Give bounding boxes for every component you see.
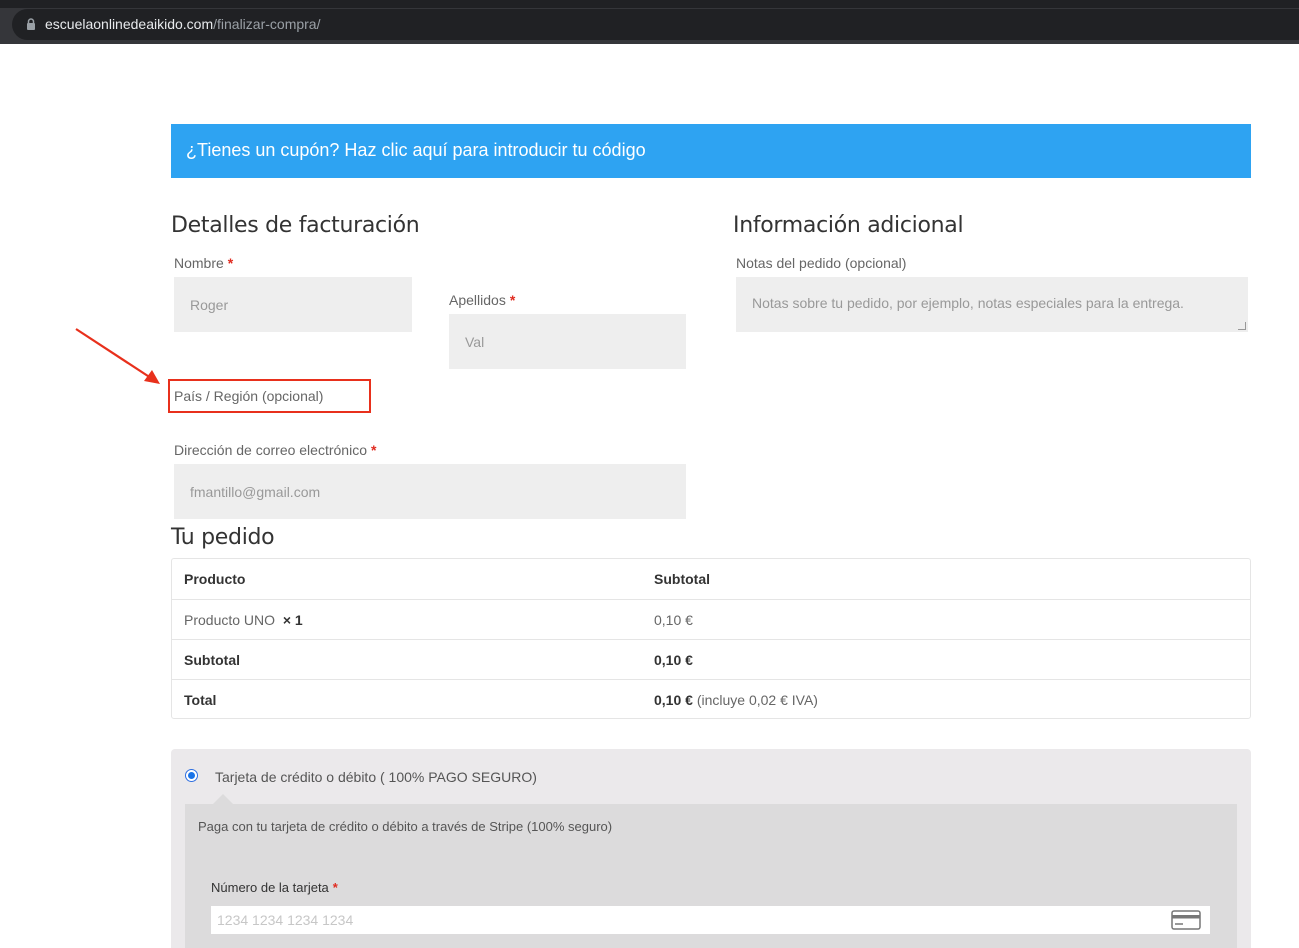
payment-method-radio[interactable]: [185, 769, 198, 782]
total-value: 0,10 €: [654, 692, 693, 708]
subtotal-label: Subtotal: [184, 652, 240, 668]
url-text[interactable]: escuelaonlinedeaikido.com/finalizar-comp…: [45, 16, 320, 32]
payment-method-label[interactable]: Tarjeta de crédito o débito ( 100% PAGO …: [215, 769, 537, 785]
last-name-label-text: Apellidos: [449, 292, 506, 308]
email-label-text: Dirección de correo electrónico: [174, 442, 367, 458]
table-header-row: Producto Subtotal: [172, 559, 1250, 599]
first-name-field[interactable]: Roger: [174, 277, 412, 332]
first-name-label: Nombre *: [174, 255, 233, 271]
total-cell: 0,10 € (incluye 0,02 € IVA): [654, 692, 818, 708]
url-path: /finalizar-compra/: [213, 16, 321, 32]
order-title: Tu pedido: [171, 525, 275, 550]
order-notes-placeholder: Notas sobre tu pedido, por ejemplo, nota…: [752, 295, 1184, 311]
required-mark: *: [227, 255, 234, 271]
table-row: Producto UNO × 1 0,10 €: [172, 599, 1250, 639]
order-notes-label: Notas del pedido (opcional): [736, 255, 907, 271]
annotation-highlight-box: [168, 379, 371, 413]
total-row: Total 0,10 € (incluye 0,02 € IVA): [172, 679, 1250, 719]
coupon-toggle[interactable]: ¿Tienes un cupón? Haz clic aquí para int…: [171, 124, 1251, 178]
card-number-label: Número de la tarjeta *: [211, 880, 338, 895]
total-label: Total: [184, 692, 217, 708]
payment-description: Paga con tu tarjeta de crédito o débito …: [198, 819, 613, 834]
item-qty: × 1: [282, 612, 303, 628]
annotation-arrow-icon: [75, 328, 160, 384]
first-name-label-text: Nombre: [174, 255, 224, 271]
billing-title: Detalles de facturación: [171, 213, 420, 238]
required-mark: *: [370, 442, 377, 458]
item-name: Producto UNO: [184, 612, 276, 628]
order-notes-textarea[interactable]: Notas sobre tu pedido, por ejemplo, nota…: [736, 277, 1248, 332]
last-name-label: Apellidos *: [449, 292, 515, 308]
email-label: Dirección de correo electrónico *: [174, 442, 376, 458]
payment-box-notch: [213, 794, 233, 804]
item-price: 0,10 €: [654, 612, 693, 628]
card-number-input[interactable]: 1234 1234 1234 1234: [211, 906, 1210, 934]
subtotal-value: 0,10 €: [654, 652, 693, 668]
card-number-placeholder: 1234 1234 1234 1234: [217, 912, 354, 928]
last-name-field[interactable]: Val: [449, 314, 686, 369]
credit-card-icon: [1171, 910, 1201, 930]
payment-box: Paga con tu tarjeta de crédito o débito …: [185, 804, 1237, 948]
payment-section: Tarjeta de crédito o débito ( 100% PAGO …: [171, 749, 1251, 948]
resize-handle-icon[interactable]: [1238, 322, 1246, 330]
browser-bar: escuelaonlinedeaikido.com/finalizar-comp…: [0, 0, 1299, 44]
email-field[interactable]: fmantillo@gmail.com: [174, 464, 686, 519]
address-bar[interactable]: escuelaonlinedeaikido.com/finalizar-comp…: [12, 9, 1299, 40]
required-mark: *: [509, 292, 516, 308]
tax-note: (incluye 0,02 € IVA): [696, 692, 818, 708]
item-cell: Producto UNO × 1: [184, 612, 303, 628]
url-host: escuelaonlinedeaikido.com: [45, 16, 214, 32]
header-subtotal: Subtotal: [654, 571, 710, 587]
subtotal-row: Subtotal 0,10 €: [172, 639, 1250, 679]
additional-title: Información adicional: [733, 213, 964, 238]
required-mark: *: [332, 880, 338, 895]
card-number-label-text: Número de la tarjeta: [211, 880, 329, 895]
tab-strip: [0, 0, 1299, 8]
lock-icon[interactable]: [24, 17, 38, 31]
order-table: Producto Subtotal Producto UNO × 1 0,10 …: [171, 558, 1251, 719]
header-product: Producto: [184, 571, 246, 587]
